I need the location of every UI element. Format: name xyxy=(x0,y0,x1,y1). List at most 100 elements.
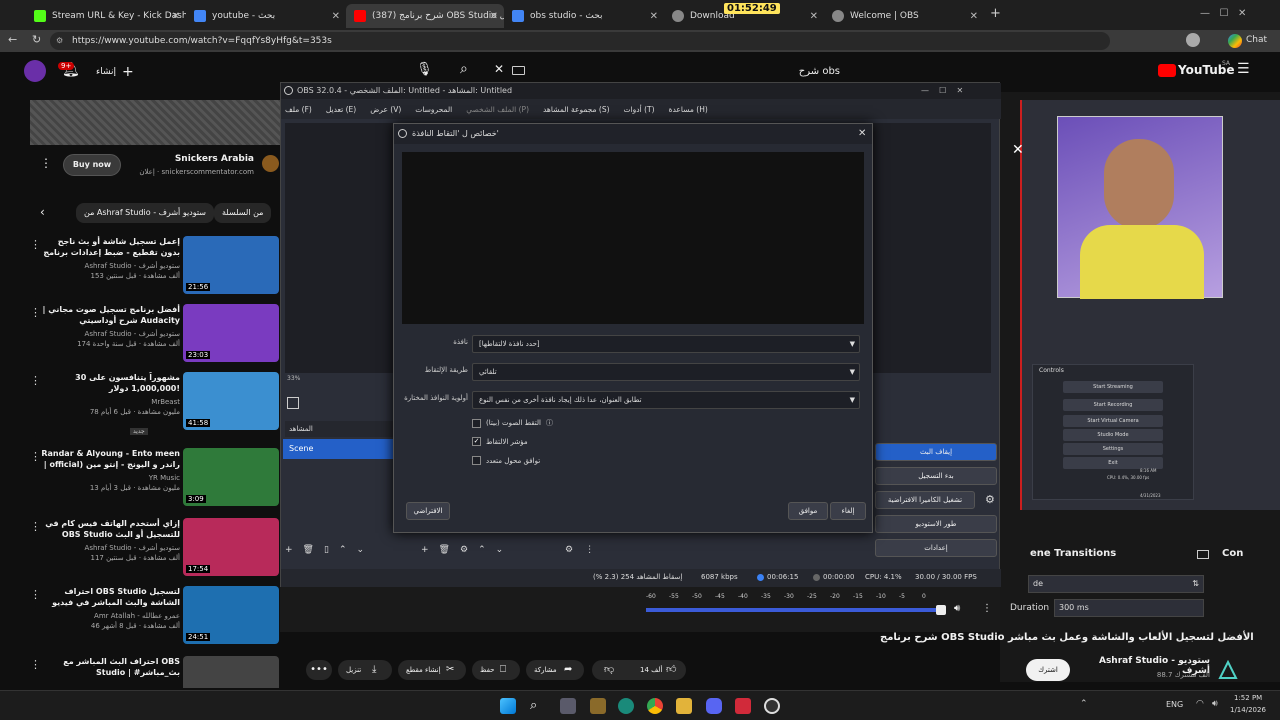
video-channel[interactable]: Ashraf Studio - ستوديو أشرف xyxy=(40,262,180,270)
mic-icon[interactable]: 🎙︎ xyxy=(416,62,433,77)
video-title[interactable]: احتراف OBS Studio لتسجيل الشاشة والبث ال… xyxy=(40,586,180,610)
avatar[interactable] xyxy=(24,60,46,82)
tab-youtube-video[interactable]: (387) شرح برنامج OBS Studio الأفضل ✕ xyxy=(346,4,504,28)
language-indicator[interactable]: ENG xyxy=(1166,700,1183,709)
mini-start-recording[interactable]: Start Recording xyxy=(1063,399,1163,411)
trash-icon[interactable]: 🗑︎ xyxy=(439,545,450,555)
list-item[interactable]: ⋮ 21:56 إعمل تسجيل شاشة أو بث ناجح بدون … xyxy=(30,236,280,298)
list-item[interactable]: ⋮ احتراف البث المباشر مع OBS Studio | #ب… xyxy=(30,656,280,688)
list-item[interactable]: ⋮ 23:03 أفضل برنامج تسجيل صوت مجاني | شر… xyxy=(30,304,280,366)
clip-button[interactable]: إنشاء مقطع ✂ xyxy=(398,660,466,680)
more-icon[interactable]: ⋮ xyxy=(982,603,992,614)
save-button[interactable]: حفظ ⎕ xyxy=(472,660,520,680)
menu-docks[interactable]: المحروسات xyxy=(415,105,452,114)
task-view-icon[interactable] xyxy=(560,698,576,714)
chip-channel[interactable]: من Ashraf Studio - ستوديو أشرف xyxy=(76,203,214,223)
share-button[interactable]: مشاركة ➦ xyxy=(526,660,584,680)
menu-scene-collection[interactable]: مجموعة المشاهد (S) xyxy=(543,105,610,114)
menu-help[interactable]: مساعدة (H) xyxy=(669,105,708,114)
tab-welcome-obs[interactable]: Welcome | OBS ✕ xyxy=(824,4,984,28)
speaker-icon[interactable]: 🔊︎ xyxy=(954,603,960,614)
search-icon[interactable]: ⌕ xyxy=(460,61,468,77)
trash-icon[interactable]: 🗑︎ xyxy=(303,545,314,555)
app-icon[interactable] xyxy=(735,698,751,714)
mini-settings[interactable]: Settings xyxy=(1063,443,1163,455)
video-title[interactable]: إزاي أستخدم الهاتف فيس كام في OBS Studio… xyxy=(40,518,180,540)
mini-studio-mode[interactable]: Studio Mode xyxy=(1063,429,1163,441)
search-input[interactable]: شرح obs xyxy=(530,62,840,82)
close-icon[interactable]: ✕ xyxy=(490,11,498,22)
video-channel[interactable]: Ashraf Studio - ستوديو أشرف xyxy=(40,330,180,338)
menu-tools[interactable]: أدوات (T) xyxy=(624,105,655,114)
more-icon[interactable]: ⋮ xyxy=(585,545,594,555)
list-item[interactable]: ⋮ 17:54 إزاي أستخدم الهاتف فيس كام في OB… xyxy=(30,518,280,580)
duration-field[interactable]: 300 ms xyxy=(1054,599,1204,617)
tab-youtube-search[interactable]: youtube - بحث ✕ xyxy=(186,4,346,28)
buy-now-button[interactable]: Buy now xyxy=(63,154,121,176)
window-priority-select[interactable]: تطابق العنوان، عدا ذلك إيجاد نافذة أخرى … xyxy=(472,391,860,409)
list-item[interactable]: ⋮ 24:51 احتراف OBS Studio لتسجيل الشاشة … xyxy=(30,586,280,648)
menu-edit[interactable]: تعديل (E) xyxy=(326,105,356,114)
close-icon[interactable]: ✕ xyxy=(650,11,658,22)
volume-icon[interactable]: 🔊︎ xyxy=(1212,699,1218,709)
stop-streaming-button[interactable]: إيقاف البث xyxy=(875,443,997,461)
close-icon[interactable]: ✕ xyxy=(1012,142,1024,158)
avatar[interactable] xyxy=(1186,33,1200,47)
scene-item[interactable]: Scene xyxy=(283,439,395,459)
dislike-icon[interactable]: 👎︎ xyxy=(604,660,614,680)
site-info-icon[interactable]: ⚙ xyxy=(56,32,63,50)
start-virtual-camera-button[interactable]: تشغيل الكاميرا الافتراضية xyxy=(875,491,975,509)
tab-kick[interactable]: Stream URL & Key - Kick Dashbo ✕ xyxy=(26,4,186,28)
close-icon[interactable]: ✕ xyxy=(332,11,340,22)
menu-icon[interactable]: ☰ xyxy=(1237,61,1250,77)
ad-banner-image[interactable] xyxy=(30,100,280,145)
close-icon[interactable]: ✕ xyxy=(970,11,978,22)
address-bar[interactable]: ⚙ https://www.youtube.com/watch?v=FqqfYs… xyxy=(50,32,1110,50)
mini-start-streaming[interactable]: Start Streaming xyxy=(1063,381,1163,393)
video-title[interactable]: أفضل برنامج تسجيل صوت مجاني | شرح أوداسي… xyxy=(40,304,180,326)
filter-icon[interactable]: ▯ xyxy=(324,545,329,555)
back-icon[interactable]: ← xyxy=(8,33,17,46)
new-tab-button[interactable]: + xyxy=(990,6,1001,21)
create-button[interactable]: إنشاء + xyxy=(96,62,142,82)
close-icon[interactable]: ✕ xyxy=(172,11,180,22)
list-item[interactable]: ⋮ 3:09 Randar & Alyoung - Ento meen | of… xyxy=(30,448,280,510)
tray-chevron-icon[interactable]: ⌃ xyxy=(1080,699,1088,709)
menu-file[interactable]: ملف (F) xyxy=(285,105,312,114)
video-channel[interactable]: MrBeast xyxy=(40,398,180,406)
video-thumbnail[interactable] xyxy=(183,656,279,688)
chip-series[interactable]: من السلسلة xyxy=(214,203,272,223)
gear-icon[interactable]: ⚙ xyxy=(565,545,573,555)
channel-avatar[interactable] xyxy=(1218,659,1238,680)
help-icon[interactable]: ⓘ xyxy=(546,418,553,428)
app-icon[interactable] xyxy=(590,698,606,714)
taskbar-time[interactable]: 1:52 PM xyxy=(1234,694,1262,702)
list-item[interactable]: ⋮ 41:58 30 مشهوراً يتنافسون على 1,000,00… xyxy=(30,372,280,435)
studio-mode-button[interactable]: طور الاستوديو xyxy=(875,515,997,533)
capture-method-select[interactable]: تلقائي ▼ xyxy=(472,363,860,381)
edge-icon[interactable] xyxy=(618,698,634,714)
menu-profile[interactable]: الملف الشخصي (P) xyxy=(466,105,529,114)
wifi-icon[interactable]: ◠ xyxy=(1196,699,1204,709)
capture-cursor-checkbox[interactable]: ✓ مؤشر الالتقاط xyxy=(472,437,528,446)
copilot-icon[interactable] xyxy=(1228,34,1242,48)
window-controls[interactable]: — ☐ ✕ xyxy=(1200,8,1246,19)
mini-start-virtual-camera[interactable]: Start Virtual Camera xyxy=(1063,415,1163,427)
settings-button[interactable]: إعدادات xyxy=(875,539,997,557)
close-icon[interactable]: ✕ xyxy=(810,11,818,22)
subscribe-button[interactable]: اشترك xyxy=(1026,659,1070,681)
defaults-button[interactable]: الافتراضي xyxy=(406,502,450,520)
gear-icon[interactable]: ⚙ xyxy=(985,493,995,506)
tab-obs-search[interactable]: obs studio - بحث ✕ xyxy=(504,4,664,28)
chevron-left-icon[interactable]: ‹ xyxy=(40,205,45,219)
chevron-up-icon[interactable]: ⌃ xyxy=(478,545,486,555)
keyboard-icon[interactable] xyxy=(512,66,525,75)
video-channel[interactable]: Amr Atallah - عمرو عطالله xyxy=(40,612,180,620)
add-icon[interactable]: + xyxy=(285,545,293,555)
obs-window-controls[interactable]: — ☐ ✕ xyxy=(921,83,963,99)
transition-select[interactable]: de ⇅ xyxy=(1028,575,1204,593)
start-recording-button[interactable]: بدء التسجيل xyxy=(875,467,997,485)
taskbar-date[interactable]: 1/14/2026 xyxy=(1230,706,1266,714)
window-select[interactable]: [حدد نافذة لالتقاطها] ▼ xyxy=(472,335,860,353)
chat-label[interactable]: Chat xyxy=(1246,35,1267,45)
